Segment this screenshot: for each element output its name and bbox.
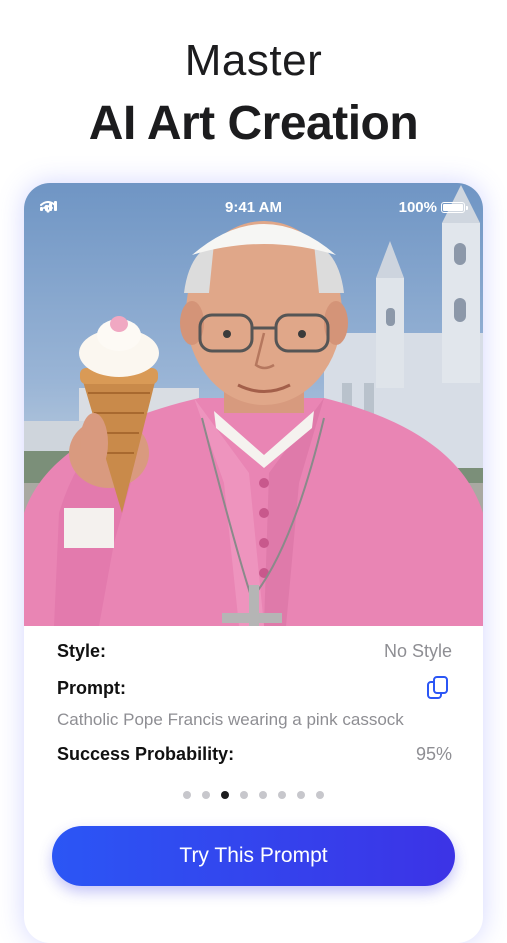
headline-line-2: AI Art Creation [88, 97, 419, 150]
page-dot[interactable] [202, 791, 210, 799]
probability-label: Success Probability: [57, 744, 235, 764]
style-row: Style: No Style [57, 641, 452, 665]
try-this-prompt-button[interactable]: Try This Prompt [52, 826, 455, 886]
copy-icon[interactable] [426, 675, 450, 701]
prompt-text: Catholic Pope Francis wearing a pink cas… [57, 710, 404, 729]
probability-value: 95% [415, 744, 452, 764]
success-probability-row: Success Probability: 95% [57, 744, 452, 768]
example-card: 9:41 AM 100% Style: No Style Prompt: Cat… [24, 183, 483, 943]
battery-icon [441, 202, 468, 213]
generated-image: 9:41 AM 100% [24, 183, 483, 626]
battery-percent: 100% [398, 199, 437, 216]
status-battery: 100% [398, 199, 468, 216]
page-dot[interactable] [183, 791, 191, 799]
page-dot[interactable] [259, 791, 267, 799]
prompt-label: Prompt: [57, 678, 126, 698]
style-value: No Style [383, 641, 452, 661]
page-dot[interactable] [316, 791, 324, 799]
headline-line-1: Master [184, 36, 323, 85]
page-dot[interactable] [221, 791, 229, 799]
status-bar: 9:41 AM 100% [24, 183, 483, 231]
page-dot[interactable] [240, 791, 248, 799]
page-dot[interactable] [278, 791, 286, 799]
page-dot[interactable] [297, 791, 305, 799]
prompt-row: Prompt: [57, 675, 452, 702]
style-label: Style: [57, 641, 107, 661]
page-indicator[interactable] [24, 791, 483, 799]
